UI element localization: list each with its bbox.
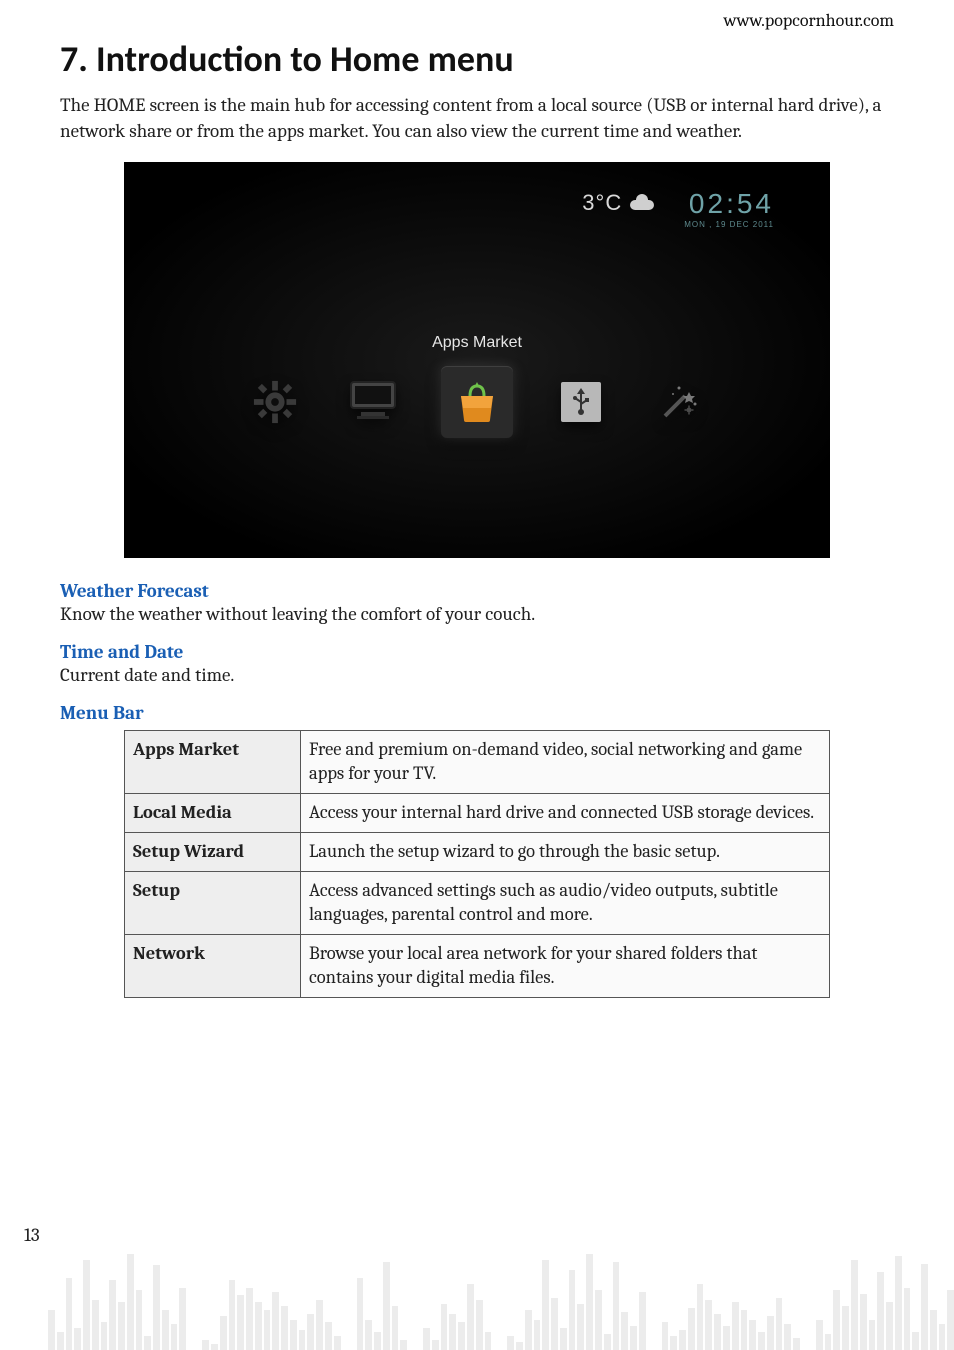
menu-item-apps-market[interactable] (441, 366, 513, 438)
section-time: Time and Date Current date and time. (60, 641, 894, 688)
table-cell-name: Network (125, 934, 301, 997)
menu-item-usb[interactable] (551, 372, 611, 432)
weather-widget: 3°C (582, 190, 656, 216)
section-text: Current date and time. (60, 663, 894, 688)
table-cell-desc: Launch the setup wizard to go through th… (301, 832, 830, 871)
table-cell-name: Setup (125, 871, 301, 934)
table-cell-desc: Access your internal hard drive and conn… (301, 793, 830, 832)
page-number: 13 (24, 1224, 40, 1246)
statusbar: 3°C 02:54 MON , 19 DEC 2011 (582, 190, 774, 229)
table-row: Apps MarketFree and premium on-demand vi… (125, 730, 830, 793)
clock-time: 02:54 (684, 190, 774, 218)
menu-bar (124, 366, 830, 438)
weather-temp: 3°C (582, 190, 622, 216)
table-cell-desc: Browse your local area network for your … (301, 934, 830, 997)
table-cell-name: Setup Wizard (125, 832, 301, 871)
table-row: NetworkBrowse your local area network fo… (125, 934, 830, 997)
wand-icon (659, 382, 699, 422)
cloud-icon (628, 194, 656, 212)
shopping-bag-icon (455, 380, 499, 424)
home-screen-screenshot: 3°C 02:54 MON , 19 DEC 2011 Apps Market (124, 162, 830, 558)
intro-paragraph: The HOME screen is the main hub for acce… (60, 93, 894, 144)
page-body: www.popcornhour.com 7. Introduction to H… (0, 0, 954, 998)
table-cell-desc: Access advanced settings such as audio/v… (301, 871, 830, 934)
clock-widget: 02:54 MON , 19 DEC 2011 (684, 190, 774, 229)
clock-date: MON , 19 DEC 2011 (684, 220, 774, 229)
section-heading: Weather Forecast (60, 580, 894, 602)
section-weather: Weather Forecast Know the weather withou… (60, 580, 894, 627)
menu-item-setup-wizard[interactable] (649, 372, 709, 432)
usb-icon (561, 382, 601, 422)
section-menubar: Menu Bar (60, 702, 894, 724)
section-heading: Menu Bar (60, 702, 894, 724)
menu-item-setup[interactable] (245, 372, 305, 432)
menu-item-local-media[interactable] (343, 372, 403, 432)
section-heading: Time and Date (60, 641, 894, 663)
selected-item-label: Apps Market (124, 334, 830, 352)
table-row: SetupAccess advanced settings such as au… (125, 871, 830, 934)
page-title: 7. Introduction to Home menu (60, 37, 894, 81)
monitor-icon (347, 380, 399, 424)
table-cell-desc: Free and premium on-demand video, social… (301, 730, 830, 793)
equalizer-decoration (48, 1235, 954, 1350)
section-text: Know the weather without leaving the com… (60, 602, 894, 627)
gear-icon (252, 379, 298, 425)
menu-description-table: Apps MarketFree and premium on-demand vi… (124, 730, 830, 998)
table-cell-name: Apps Market (125, 730, 301, 793)
page-footer: 13 (0, 1205, 954, 1350)
table-row: Local MediaAccess your internal hard dri… (125, 793, 830, 832)
table-cell-name: Local Media (125, 793, 301, 832)
page-url: www.popcornhour.com (60, 10, 894, 31)
table-row: Setup WizardLaunch the setup wizard to g… (125, 832, 830, 871)
